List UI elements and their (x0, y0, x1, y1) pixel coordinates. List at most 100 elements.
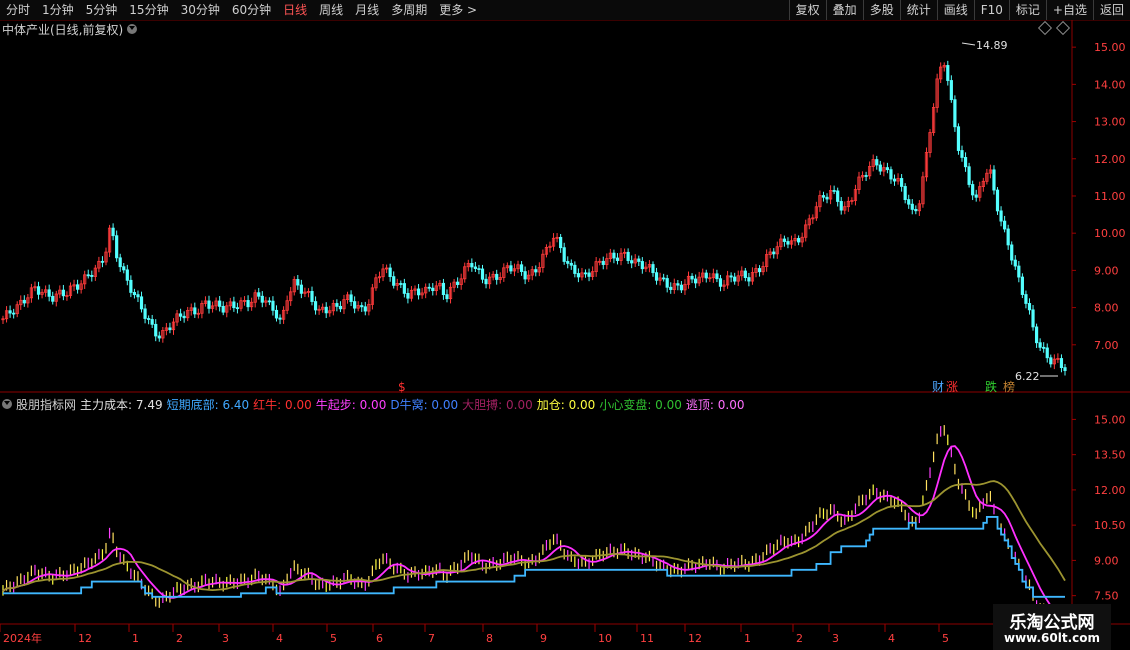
candle-body (51, 295, 55, 302)
candle-body (640, 261, 644, 270)
candle-body (477, 268, 481, 270)
x-tick-label: 8 (486, 632, 493, 645)
candle-body (157, 335, 161, 339)
x-tick-label: 5 (330, 632, 337, 645)
main-tick-label: 9.00 (1094, 264, 1119, 277)
candle-body (1059, 358, 1064, 369)
candle-body (885, 167, 890, 171)
indicator-item-2: 红牛: 0.00 (253, 397, 312, 412)
indicator-item-7: 小心变盘: 0.00 (599, 397, 682, 412)
candle-body (718, 278, 723, 287)
candle-body (178, 313, 183, 317)
candle-body (615, 257, 620, 261)
candle-body (963, 157, 968, 168)
main-tick-label: 15.00 (1094, 41, 1126, 54)
indicator-item-8: 逃顶: 0.00 (685, 397, 745, 412)
candle-body (960, 150, 964, 158)
candle-body (523, 271, 527, 280)
candle-body (274, 309, 279, 319)
candle-body (360, 305, 364, 308)
candle-body (427, 286, 431, 289)
candle-body (296, 279, 300, 286)
chart-canvas[interactable]: 15.00 14.00 13.00 12.00 11.00 10.00 9.00 8.00 7.… (0, 0, 1130, 650)
candle-body (832, 190, 836, 192)
candle-body (946, 65, 950, 81)
candle-body (729, 275, 733, 278)
watermark-url: www.60lt.com (1003, 631, 1101, 645)
candle-body (154, 323, 158, 337)
main-tick-label: 10.00 (1094, 227, 1126, 240)
candle-body (573, 264, 577, 274)
sub-tick-label: 12.00 (1094, 484, 1126, 497)
candle-body (971, 184, 975, 196)
candle-body (260, 295, 264, 303)
candle-body (747, 277, 751, 282)
main-tick-label: 7.00 (1094, 339, 1119, 352)
chevron-down-icon[interactable] (2, 399, 12, 409)
candle-body (757, 268, 762, 273)
candle-body (207, 300, 211, 309)
candle-body (132, 292, 137, 296)
x-tick-label: 2 (796, 632, 803, 645)
candle-body (601, 260, 605, 265)
candle-body (953, 99, 957, 128)
candle-body (676, 283, 680, 286)
candle-body (878, 164, 882, 172)
high-marker-arrow (961, 42, 976, 46)
candle-body (47, 289, 51, 297)
candle-body (992, 169, 996, 191)
x-tick-label: 3 (832, 632, 839, 645)
x-tick-label: 1 (132, 632, 139, 645)
badge-die: 跌 (985, 379, 997, 394)
short-bottom-step-line (3, 516, 1065, 598)
candle-body (626, 251, 630, 261)
candle-body (168, 327, 172, 331)
candle-body (353, 301, 357, 309)
olive-ma-line (2, 480, 1066, 592)
candle-body (473, 266, 477, 269)
dollar-marker: $ (398, 380, 406, 394)
candle-body (218, 300, 222, 307)
candle-body (147, 318, 151, 320)
candle-body (221, 305, 225, 313)
candle-body (910, 203, 914, 210)
x-tick-label: 3 (222, 632, 229, 645)
candle-body (441, 282, 446, 296)
main-tick-label: 13.00 (1094, 116, 1126, 129)
candle-body (139, 296, 144, 310)
candle-body (821, 195, 826, 198)
candle-body (1024, 294, 1028, 304)
candle-body (559, 236, 563, 249)
candle-body (406, 293, 410, 299)
candle-body (271, 300, 275, 311)
candle-body (324, 306, 328, 314)
candle-body (949, 80, 953, 101)
candle-body (278, 317, 282, 320)
candle-body (665, 278, 669, 288)
sub-tick-label: 13.50 (1094, 449, 1126, 462)
candle-body (566, 261, 570, 264)
candle-body (999, 210, 1003, 222)
candle-body (416, 288, 421, 296)
candle-body (690, 275, 694, 280)
x-tick-label: 12 (688, 632, 702, 645)
candle-body (715, 273, 719, 280)
candle-body (388, 267, 392, 278)
candle-body (86, 274, 90, 277)
candle-body (772, 251, 776, 255)
candle-body (797, 238, 801, 243)
candle-body (402, 283, 406, 294)
candle-body (1031, 309, 1035, 328)
candle-body (733, 276, 737, 282)
candle-body (349, 294, 353, 302)
candle-body (704, 272, 708, 279)
main-tick-label: 11.00 (1094, 190, 1126, 203)
indicator-legend: 股朋指标网 主力成本: 7.49 短期底部: 6.40 红牛: 0.00 牛起步: 0… (2, 396, 748, 412)
candle-body (1038, 342, 1042, 348)
indicator-item-6: 加仓: 0.00 (536, 397, 596, 412)
candle-body (75, 284, 80, 290)
candle-body (445, 294, 449, 300)
candle-body (257, 292, 261, 297)
x-tick-label: 12 (78, 632, 92, 645)
indicator-name[interactable]: 股朋指标网 (16, 396, 76, 413)
